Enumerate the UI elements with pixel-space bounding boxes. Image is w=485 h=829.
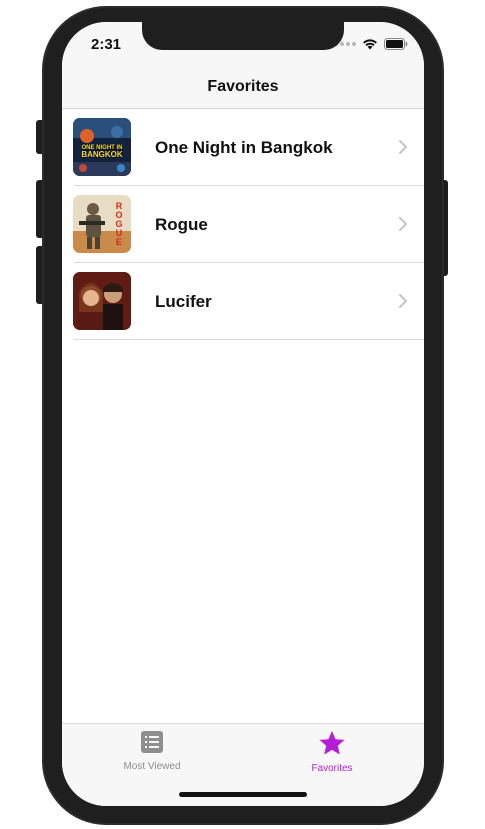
tab-most-viewed[interactable]: Most Viewed: [92, 730, 212, 772]
movie-poster-lucifer: [73, 272, 131, 330]
tab-label: Favorites: [311, 763, 353, 774]
chevron-right-icon: [399, 294, 407, 308]
tab-favorites[interactable]: Favorites: [272, 730, 392, 774]
device: 2:31 Favorites ONE NIGHT IN BANGKOK One …: [0, 0, 485, 829]
svg-text:BANGKOK: BANGKOK: [81, 150, 123, 159]
wifi-icon: [363, 39, 377, 50]
page-title: Favorites: [207, 78, 279, 95]
list-item[interactable]: ONE NIGHT IN BANGKOK One Night in Bangko…: [62, 109, 424, 186]
movie-poster-one-night-in-bangkok: ONE NIGHT IN BANGKOK: [73, 118, 131, 176]
movie-title: Rogue: [155, 215, 208, 234]
screen: 2:31 Favorites ONE NIGHT IN BANGKOK One …: [62, 22, 424, 806]
chevron-right-icon: [399, 140, 407, 154]
star-icon: [319, 731, 345, 755]
navigation-bar: Favorites: [62, 66, 424, 109]
home-indicator[interactable]: [179, 792, 307, 797]
notch: [142, 22, 344, 50]
movie-title: One Night in Bangkok: [155, 138, 333, 157]
favorites-list: ONE NIGHT IN BANGKOK One Night in Bangko…: [62, 109, 424, 340]
list-item[interactable]: R O G U E Rogue: [62, 186, 424, 263]
tab-label: Most Viewed: [123, 761, 181, 772]
battery-icon: [384, 38, 408, 50]
status-indicators: [334, 38, 408, 50]
row-divider: [74, 339, 424, 340]
movie-poster-rogue: R O G U E: [73, 195, 131, 253]
chevron-right-icon: [399, 217, 407, 231]
svg-text:E: E: [116, 237, 122, 247]
movie-title: Lucifer: [155, 292, 212, 311]
list-item[interactable]: Lucifer: [62, 263, 424, 340]
status-time: 2:31: [91, 36, 122, 53]
list-icon: [141, 731, 163, 753]
